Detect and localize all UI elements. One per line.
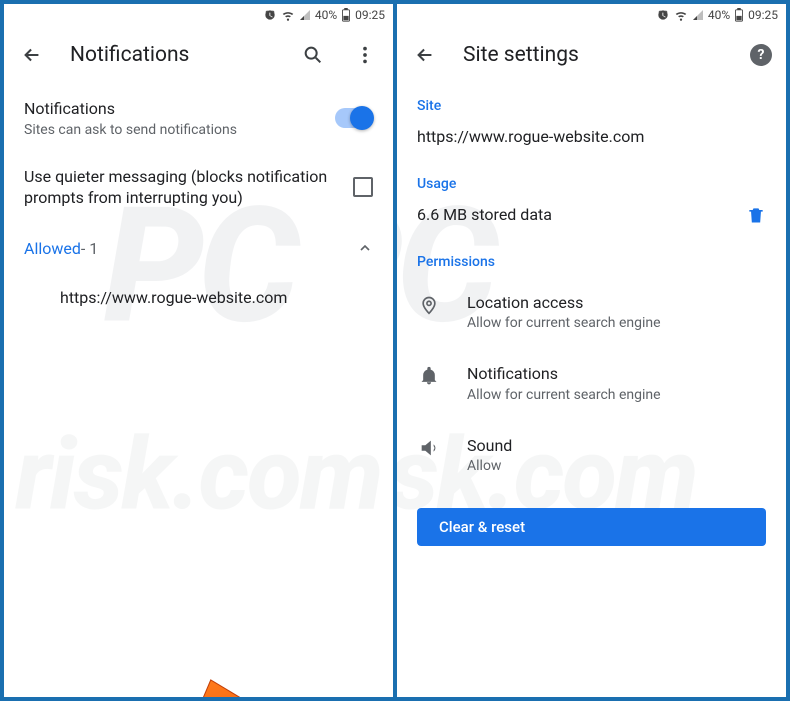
annotation-arrow-left (184, 671, 274, 697)
search-button[interactable] (299, 41, 327, 69)
stored-data: 6.6 MB stored data (417, 204, 730, 226)
perm-location-sub: Allow for current search engine (467, 315, 766, 331)
signal-icon (692, 9, 704, 21)
watermark-risk: risk.com (15, 417, 381, 534)
notifications-screen: PC risk.com 40% 09:25 Notifications No (4, 4, 393, 697)
perm-location[interactable]: Location access Allow for current search… (397, 276, 786, 348)
battery-icon (341, 8, 351, 22)
location-icon (417, 292, 441, 316)
quieter-checkbox[interactable] (353, 177, 373, 197)
notifications-toggle-row[interactable]: Notifications Sites can ask to send noti… (4, 84, 393, 152)
allowed-label: Allowed (24, 239, 81, 258)
allowed-section-header[interactable]: Allowed - 1 (4, 223, 393, 274)
perm-notif-title: Notifications (467, 363, 766, 385)
section-site: Site (397, 84, 786, 120)
page-title: Notifications (70, 43, 275, 67)
battery-icon (734, 8, 744, 22)
wifi-icon (674, 8, 688, 22)
bell-icon (417, 363, 441, 387)
perm-notifications[interactable]: Notifications Allow for current search e… (397, 347, 786, 419)
site-url-row: https://www.rogue-website.com (397, 120, 786, 162)
site-settings-screen: PC risk.com 40% 09:25 Site settings ? Si… (397, 4, 786, 697)
help-button[interactable]: ? (750, 44, 772, 66)
sound-icon (417, 435, 441, 459)
wifi-icon (281, 8, 295, 22)
section-permissions: Permissions (397, 240, 786, 276)
stored-data-row[interactable]: 6.6 MB stored data (397, 198, 786, 240)
clock-text: 09:25 (355, 8, 385, 22)
signal-icon (299, 9, 311, 21)
perm-notif-sub: Allow for current search engine (467, 387, 766, 403)
page-title: Site settings (463, 43, 726, 67)
notif-title: Notifications (24, 98, 319, 120)
allowed-count: - 1 (81, 239, 98, 258)
chevron-up-icon (357, 240, 373, 256)
notif-sub: Sites can ask to send notifications (24, 122, 319, 138)
clock-text: 09:25 (748, 8, 778, 22)
notifications-toggle[interactable] (335, 108, 373, 128)
perm-location-title: Location access (467, 292, 766, 314)
back-button[interactable] (18, 41, 46, 69)
clear-reset-button[interactable]: Clear & reset (417, 508, 766, 546)
status-bar: 40% 09:25 (4, 4, 393, 26)
status-bar: 40% 09:25 (397, 4, 786, 26)
quieter-text: Use quieter messaging (blocks notificati… (24, 166, 337, 209)
alarm-icon (263, 8, 277, 22)
perm-sound-title: Sound (467, 435, 766, 457)
quieter-row[interactable]: Use quieter messaging (blocks notificati… (4, 152, 393, 223)
perm-sound[interactable]: Sound Allow (397, 419, 786, 491)
app-bar: Notifications (4, 26, 393, 84)
battery-pct: 40% (315, 8, 337, 22)
back-button[interactable] (411, 41, 439, 69)
perm-sound-sub: Allow (467, 458, 766, 474)
site-url: https://www.rogue-website.com (417, 126, 644, 148)
more-button[interactable] (351, 41, 379, 69)
delete-button[interactable] (746, 204, 766, 226)
alarm-icon (656, 8, 670, 22)
app-bar: Site settings ? (397, 26, 786, 84)
battery-pct: 40% (708, 8, 730, 22)
section-usage: Usage (397, 162, 786, 198)
allowed-site-item[interactable]: https://www.rogue-website.com (4, 274, 393, 321)
